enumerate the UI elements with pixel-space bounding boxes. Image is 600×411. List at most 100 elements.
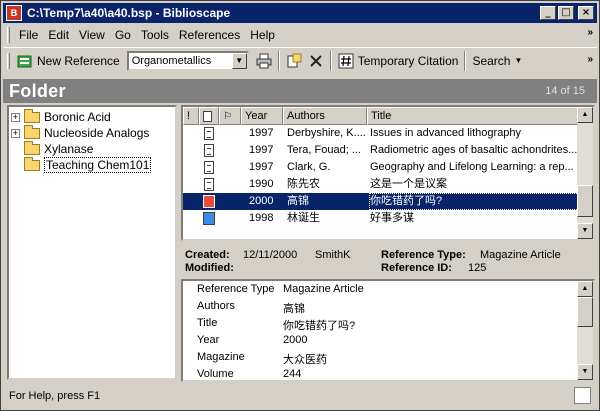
temporary-citation-button[interactable]: Temporary Citation xyxy=(335,50,462,72)
scroll-down-icon[interactable]: ▼ xyxy=(577,223,593,239)
search-button[interactable]: Search ▼ xyxy=(469,50,525,72)
toolbar: New Reference Organometallics ▼ Temporar… xyxy=(3,47,597,73)
reference-type-label: Reference Type: xyxy=(381,249,466,261)
cell-title: 你吃错药了吗? xyxy=(369,193,579,210)
status-bar: For Help, press F1 xyxy=(3,385,597,407)
document-icon xyxy=(204,144,214,157)
folder-count: 14 of 15 xyxy=(545,85,585,97)
created-by: SmithK xyxy=(315,249,351,261)
reference-list-scrollbar[interactable]: ▲ ▼ xyxy=(577,107,593,239)
folder-icon xyxy=(24,108,40,123)
tree-item-nucleoside-analogs[interactable]: + Nucleoside Analogs xyxy=(11,124,150,141)
scroll-down-icon[interactable]: ▼ xyxy=(577,364,593,380)
column-header-year[interactable]: Year xyxy=(241,107,283,125)
column-header-flag[interactable]: ! xyxy=(183,107,199,125)
column-header-title[interactable]: Title xyxy=(367,107,579,125)
menubar-grip[interactable] xyxy=(7,27,10,43)
table-row[interactable]: 1998 林诞生 好事多谋 xyxy=(183,210,579,227)
menu-go[interactable]: Go xyxy=(110,28,136,42)
table-row[interactable]: 1997 Derbyshire, K.... Issues in advance… xyxy=(183,125,579,142)
tree-item-xylanase[interactable]: Xylanase xyxy=(24,140,93,157)
folder-combo-value: Organometallics xyxy=(131,54,212,67)
open-folder-icon xyxy=(24,156,40,171)
flag-icon: ⚐ xyxy=(223,110,232,122)
title-bar[interactable]: B C:\Temp7\a40\a40.bsp - Biblioscape _ □… xyxy=(3,3,597,23)
chevron-down-icon[interactable]: ▼ xyxy=(231,52,247,69)
new-reference-button[interactable]: New Reference xyxy=(14,50,123,72)
detail-pane[interactable]: Reference Type Magazine Article Authors … xyxy=(181,279,595,382)
toolbar-separator-3 xyxy=(464,50,467,71)
toolbar-grip[interactable] xyxy=(7,52,10,69)
column-header-doc[interactable] xyxy=(199,107,219,125)
folder-combo[interactable]: Organometallics ▼ xyxy=(126,50,249,71)
menu-edit[interactable]: Edit xyxy=(43,28,74,42)
cell-title: 好事多谋 xyxy=(370,212,414,224)
tree-item-teaching-chem101[interactable]: Teaching Chem101 xyxy=(24,156,152,173)
new-reference-label: New Reference xyxy=(37,53,120,68)
modified-label: Modified: xyxy=(185,262,234,274)
minimize-button[interactable]: _ xyxy=(540,6,556,20)
created-label: Created: xyxy=(185,249,230,261)
menu-view[interactable]: View xyxy=(74,28,110,42)
table-row[interactable]: 1990 陈先农 这是一个是议案 xyxy=(183,176,579,193)
scroll-thumb[interactable] xyxy=(577,297,593,327)
tree-item-label: Boronic Acid xyxy=(44,110,111,124)
document-icon xyxy=(204,178,214,191)
column-header-marker[interactable]: ⚐ xyxy=(219,107,241,125)
field-value[interactable]: 大众医药 xyxy=(283,351,327,367)
cell-year: 2000 xyxy=(249,195,274,207)
field-value[interactable]: Magazine Article xyxy=(283,283,364,295)
expand-icon[interactable]: + xyxy=(11,128,20,138)
scroll-thumb[interactable] xyxy=(577,185,593,217)
folder-icon xyxy=(24,124,40,139)
window-title: C:\Temp7\a40\a40.bsp - Biblioscape xyxy=(27,6,231,20)
help-pointer-icon[interactable] xyxy=(574,387,591,404)
field-value[interactable]: 244 xyxy=(283,368,301,380)
main-window: B C:\Temp7\a40\a40.bsp - Biblioscape _ □… xyxy=(0,0,600,411)
cell-title: Issues in advanced lithography xyxy=(370,127,522,139)
tree-item-label: Teaching Chem101 xyxy=(44,157,152,173)
tree-item-boronic-acid[interactable]: + Boronic Acid xyxy=(11,108,111,125)
cell-authors: Clark, G. xyxy=(287,161,331,173)
field-value[interactable]: 你吃错药了吗? xyxy=(283,317,355,333)
cell-year: 1998 xyxy=(249,212,274,224)
folder-icon xyxy=(24,140,40,155)
dropdown-arrow-icon: ▼ xyxy=(514,56,523,65)
detail-header: Created: 12/11/2000 SmithK Modified: Ref… xyxy=(181,245,595,279)
scroll-up-icon[interactable]: ▲ xyxy=(577,107,593,123)
tree-item-label: Nucleoside Analogs xyxy=(44,126,150,140)
detail-scrollbar[interactable]: ▲ ▼ xyxy=(577,281,593,380)
expand-icon[interactable]: + xyxy=(11,112,20,122)
menu-references[interactable]: References xyxy=(174,28,245,42)
paste-reference-button[interactable] xyxy=(283,50,305,72)
field-value[interactable]: 高锦 xyxy=(283,300,305,316)
cell-title: 这是一个是议案 xyxy=(370,178,447,190)
toolbar-separator xyxy=(277,50,280,71)
field-label: Year xyxy=(197,334,220,346)
folder-tree[interactable]: + Boronic Acid + Nucleoside Analogs Xyla… xyxy=(7,105,177,380)
close-button[interactable]: × xyxy=(578,6,594,20)
menu-file[interactable]: File xyxy=(14,28,43,42)
menu-tools[interactable]: Tools xyxy=(136,28,174,42)
scroll-up-icon[interactable]: ▲ xyxy=(577,281,593,297)
delete-x-icon xyxy=(308,53,324,69)
table-row[interactable]: 1997 Tera, Fouad; ... Radiometric ages o… xyxy=(183,142,579,159)
maximize-button[interactable]: □ xyxy=(558,6,574,20)
menubar-chevron-icon[interactable]: » xyxy=(587,27,593,38)
print-button[interactable] xyxy=(253,50,275,72)
biblioscape-icon[interactable]: B xyxy=(6,5,22,21)
table-row[interactable]: 1997 Clark, G. Geography and Lifelong Le… xyxy=(183,159,579,176)
field-value[interactable]: 2000 xyxy=(283,334,307,346)
cell-year: 1997 xyxy=(249,144,274,156)
temporary-citation-label: Temporary Citation xyxy=(357,53,459,68)
menu-help[interactable]: Help xyxy=(245,28,280,42)
delete-button[interactable] xyxy=(305,50,327,72)
column-header-authors[interactable]: Authors xyxy=(283,107,367,125)
cell-authors: Tera, Fouad; ... xyxy=(287,144,361,156)
hash-icon xyxy=(338,53,354,69)
toolbar-separator-2 xyxy=(329,50,332,71)
reference-list[interactable]: ! ⚐ Year Authors Title 1997 Derbyshire, … xyxy=(181,105,595,241)
document-icon xyxy=(204,161,214,174)
table-row-selected[interactable]: 2000 高锦 你吃错药了吗? xyxy=(183,193,579,210)
toolbar-chevron-icon[interactable]: » xyxy=(587,54,593,65)
